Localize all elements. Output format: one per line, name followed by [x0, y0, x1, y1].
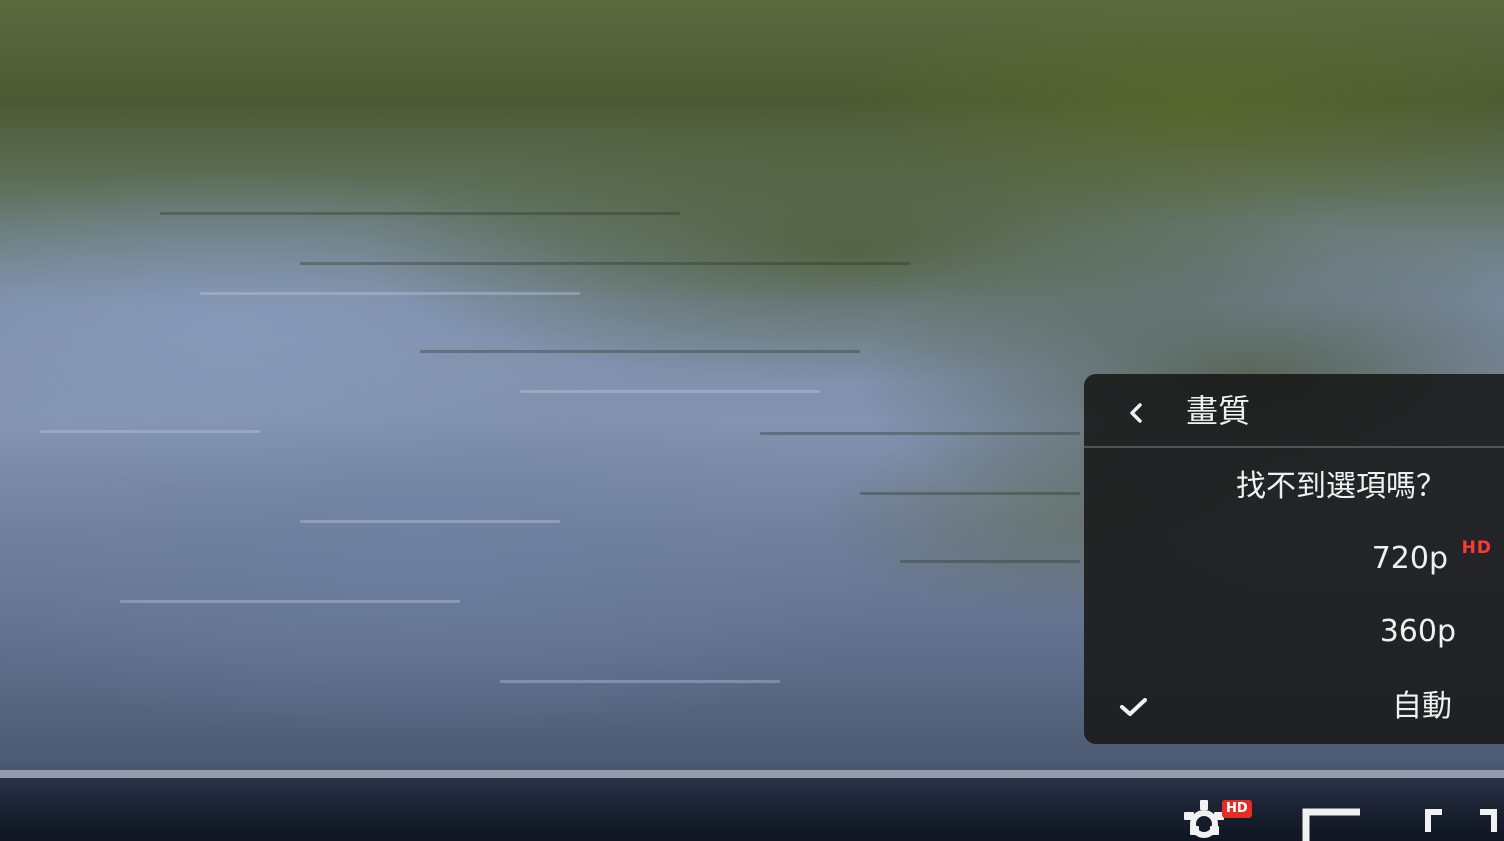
quality-menu: 畫質 找不到選項嗎？ 720p HD 360p 自動 — [1084, 374, 1504, 744]
hd-superscript: HD — [1461, 538, 1492, 558]
quality-menu-title: 畫質 — [1186, 392, 1251, 430]
back-button[interactable] — [1120, 396, 1154, 430]
menu-item-missing-options[interactable]: 找不到選項嗎？ — [1084, 452, 1504, 522]
player-controls: HD — [0, 778, 1504, 841]
fullscreen-icon — [1425, 809, 1497, 832]
fullscreen-button[interactable] — [1420, 798, 1497, 841]
miniplayer-button[interactable] — [1300, 798, 1376, 841]
quality-menu-header: 畫質 — [1084, 374, 1504, 448]
menu-item-auto[interactable]: 自動 — [1084, 672, 1504, 742]
menu-item-label: 720p — [1371, 541, 1448, 576]
menu-item-label: 自動 — [1392, 689, 1452, 724]
video-player[interactable]: 畫質 找不到選項嗎？ 720p HD 360p 自動 HD — [0, 0, 1504, 841]
menu-item-360p[interactable]: 360p — [1084, 597, 1504, 667]
settings-button[interactable]: HD — [1180, 798, 1252, 841]
checkmark-icon — [1120, 698, 1147, 716]
miniplayer-icon — [1302, 808, 1376, 841]
chevron-left-icon — [1130, 403, 1142, 423]
hd-badge: HD — [1222, 800, 1252, 818]
menu-item-label: 找不到選項嗎？ — [1236, 469, 1446, 504]
menu-item-720p[interactable]: 720p HD — [1084, 524, 1504, 594]
progress-bar[interactable] — [0, 770, 1504, 778]
menu-item-label: 360p — [1379, 614, 1456, 649]
